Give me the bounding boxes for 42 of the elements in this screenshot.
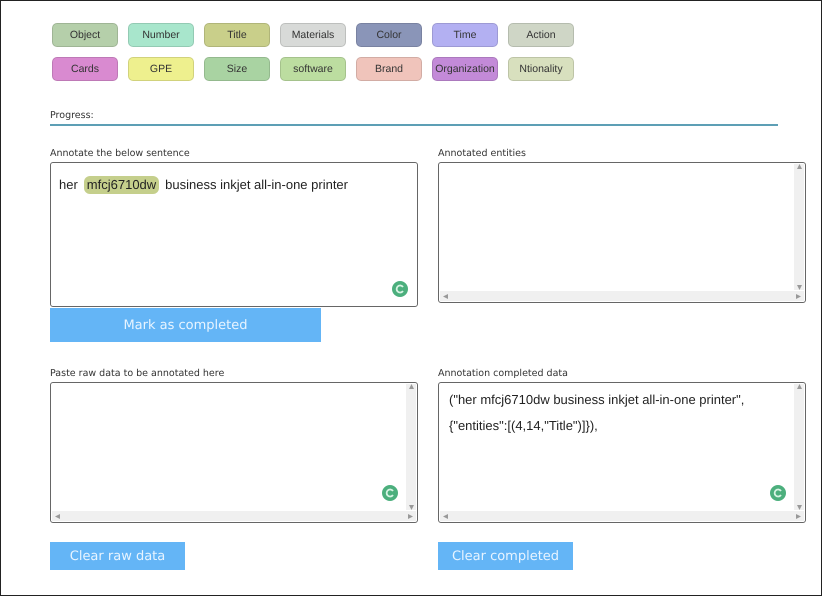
arrow-icon[interactable] <box>55 514 60 518</box>
arrow-icon[interactable] <box>796 384 802 389</box>
vertical-scrollbar[interactable] <box>406 384 416 510</box>
entity-tag-button[interactable]: Number <box>128 23 194 47</box>
horizontal-scrollbar[interactable] <box>440 291 804 301</box>
text-area[interactable] <box>438 162 806 303</box>
sentence-text: her <box>59 176 78 194</box>
arrow-icon[interactable] <box>443 514 448 518</box>
text-area[interactable]: her mfcj6710dw business inkjet all-in-one printer <box>50 162 418 307</box>
entity-tag-button[interactable]: Cards <box>52 57 118 81</box>
grammar-checker-icon[interactable] <box>391 280 409 298</box>
entity-tag-button[interactable]: Size <box>204 57 270 81</box>
arrow-icon[interactable] <box>443 294 448 298</box>
entity-tag-button[interactable]: Object <box>52 23 118 47</box>
sentence-text: business inkjet all-in-one printer <box>165 176 348 194</box>
text-area[interactable] <box>50 382 418 523</box>
entity-tag-button[interactable]: Ntionality <box>508 57 574 81</box>
text-area[interactable]: ("her mfcj6710dw business inkjet all-in-one printer", {"entities":[(4,14,"Title")]}), <box>438 382 806 523</box>
entity-tag-button[interactable]: Brand <box>356 57 422 81</box>
field-label: Annotate the below sentence <box>50 148 191 160</box>
entity-tag-button[interactable]: Title <box>204 23 270 47</box>
highlighted-entity: mfcj6710dw <box>84 176 160 194</box>
progress-label: Progress: <box>50 110 94 121</box>
grammar-checker-icon[interactable] <box>381 484 399 502</box>
entity-tag-button[interactable]: GPE <box>128 57 194 81</box>
field-label: Annotation completed data <box>438 368 569 380</box>
horizontal-scrollbar[interactable] <box>52 511 416 521</box>
annotation-output-text: ("her mfcj6710dw business inkjet all-in-one printer", {"entities":[(4,14,"Title")]}), <box>448 391 746 435</box>
entity-tag-button[interactable]: Organization <box>432 57 498 81</box>
vertical-scrollbar[interactable] <box>794 164 804 290</box>
entity-tag-button[interactable]: Color <box>356 23 422 47</box>
vertical-scrollbar[interactable] <box>794 384 804 510</box>
entity-tag-button[interactable]: Materials <box>280 23 346 47</box>
entity-tag-button[interactable]: Time <box>432 23 498 47</box>
field-label: Annotated entities <box>438 148 527 160</box>
horizontal-scrollbar[interactable] <box>440 511 804 521</box>
entity-tag-button[interactable]: software <box>280 57 346 81</box>
grammar-checker-icon[interactable] <box>769 484 787 502</box>
entity-tag-button[interactable]: Action <box>508 23 574 47</box>
arrow-icon[interactable] <box>796 164 802 169</box>
arrow-icon[interactable] <box>408 384 414 389</box>
field-label: Paste raw data to be annotated here <box>50 368 226 380</box>
